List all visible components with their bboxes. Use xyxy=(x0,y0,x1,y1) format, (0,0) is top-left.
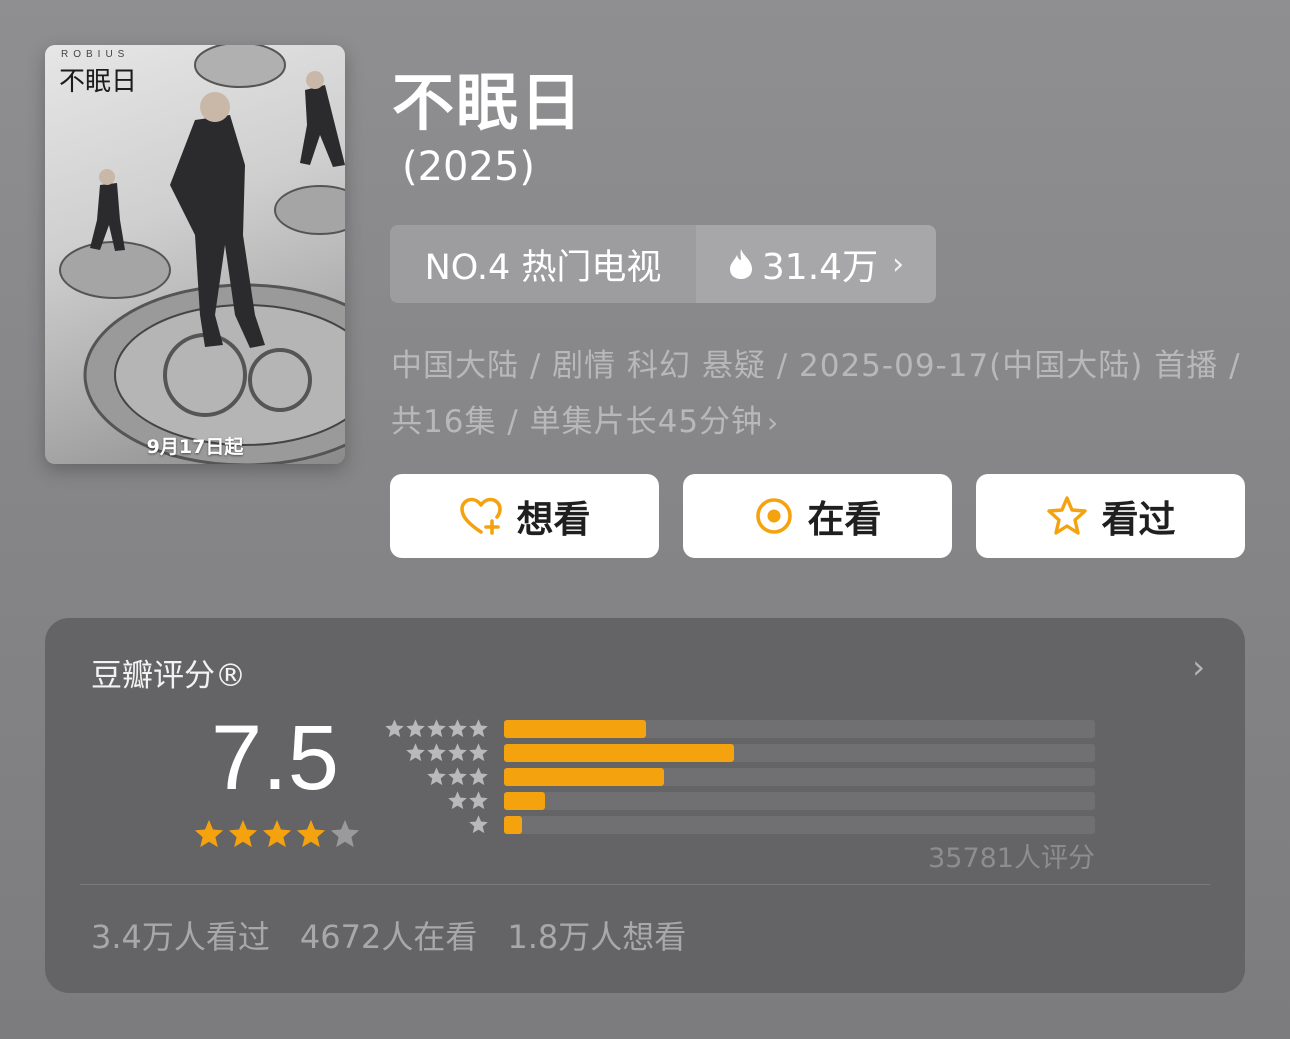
stat-watching: 4672人在看 xyxy=(299,918,478,956)
heat-value: 31.4万 xyxy=(761,247,879,288)
star-small-icon xyxy=(448,767,467,786)
star-small-icon xyxy=(448,719,467,738)
bar-track-2 xyxy=(504,792,1095,810)
watching-button[interactable]: 在看 xyxy=(683,474,952,558)
watched-button[interactable]: 看过 xyxy=(976,474,1245,558)
poster-date-label: 9月17日起 xyxy=(146,436,244,458)
bar-fill-1 xyxy=(504,816,522,834)
star-small-icon xyxy=(427,719,446,738)
bar-stars-2 xyxy=(447,790,489,811)
rank-label[interactable]: NO.4 热门电视 xyxy=(390,225,696,303)
star-filled-icon xyxy=(228,820,258,848)
rating-stars xyxy=(193,818,361,850)
bar-stars-4 xyxy=(405,742,489,763)
rating-card[interactable]: 豆瓣评分® › 7.5 35781人评分 3.4万人看过 4672人在看 1.8… xyxy=(45,618,1245,993)
page-title: 不眠日 xyxy=(392,66,585,139)
bar-fill-5 xyxy=(504,720,646,738)
star-small-icon xyxy=(469,815,488,834)
heart-plus-icon xyxy=(459,497,502,535)
watched-label: 看过 xyxy=(1101,498,1176,541)
rating-score: 7.5 xyxy=(211,707,339,809)
poster-brand-text: ROBIUS xyxy=(61,49,130,60)
heat-indicator[interactable]: 31.4万 › xyxy=(696,225,936,303)
star-small-icon xyxy=(427,767,446,786)
bar-track-3 xyxy=(504,768,1095,786)
bar-stars-5 xyxy=(384,718,489,739)
star-outline-icon xyxy=(1046,496,1087,535)
stat-watched: 3.4万人看过 xyxy=(91,918,270,956)
star-small-icon xyxy=(448,743,467,762)
bar-stars-3 xyxy=(426,766,489,787)
poster-art xyxy=(59,45,345,464)
want-to-watch-button[interactable]: 想看 xyxy=(390,474,659,558)
chevron-right-icon: › xyxy=(767,406,780,439)
want-to-watch-label: 想看 xyxy=(516,498,591,541)
star-small-icon xyxy=(406,743,425,762)
star-small-icon xyxy=(469,767,488,786)
target-circle-icon xyxy=(755,498,792,534)
rating-card-title: 豆瓣评分® xyxy=(91,658,246,694)
star-small-icon xyxy=(427,743,446,762)
star-small-icon xyxy=(385,719,404,738)
show-meta-info[interactable]: 中国大陆 / 剧情 科幻 悬疑 / 2025-09-17(中国大陆) 首播 / … xyxy=(391,338,1251,451)
star-filled-icon xyxy=(296,820,326,848)
star-empty-icon xyxy=(330,820,360,848)
rating-count: 35781人评分 xyxy=(928,843,1095,874)
meta-line-2: 共16集 / 单集片长45分钟 xyxy=(391,404,764,440)
star-small-icon xyxy=(469,719,488,738)
chevron-right-icon: › xyxy=(892,246,905,282)
flame-icon xyxy=(729,249,752,279)
bar-fill-2 xyxy=(504,792,545,810)
poster-image[interactable]: ROBIUS 不眠日 9月17日起 xyxy=(45,45,345,464)
bar-track-4 xyxy=(504,744,1095,762)
divider xyxy=(80,884,1210,885)
star-filled-icon xyxy=(262,820,292,848)
star-filled-icon xyxy=(194,820,224,848)
stat-want: 1.8万人想看 xyxy=(507,918,687,956)
star-small-icon xyxy=(406,719,425,738)
release-year: (2025) xyxy=(402,144,536,190)
chevron-right-icon[interactable]: › xyxy=(1192,648,1205,686)
bar-track-5 xyxy=(504,720,1095,738)
bar-fill-4 xyxy=(504,744,734,762)
poster-title-text: 不眠日 xyxy=(59,67,138,97)
rank-chip[interactable]: NO.4 热门电视 31.4万 › xyxy=(390,225,936,303)
star-small-icon xyxy=(469,791,488,810)
star-small-icon xyxy=(469,743,488,762)
bar-fill-3 xyxy=(504,768,664,786)
bar-track-1 xyxy=(504,816,1095,834)
star-small-icon xyxy=(448,791,467,810)
watching-label: 在看 xyxy=(807,498,882,541)
meta-line-1: 中国大陆 / 剧情 科幻 悬疑 / 2025-09-17(中国大陆) 首播 / xyxy=(391,348,1241,384)
audience-stats: 3.4万人看过 4672人在看 1.8万人想看 xyxy=(91,912,686,958)
bar-stars-1 xyxy=(468,814,489,835)
